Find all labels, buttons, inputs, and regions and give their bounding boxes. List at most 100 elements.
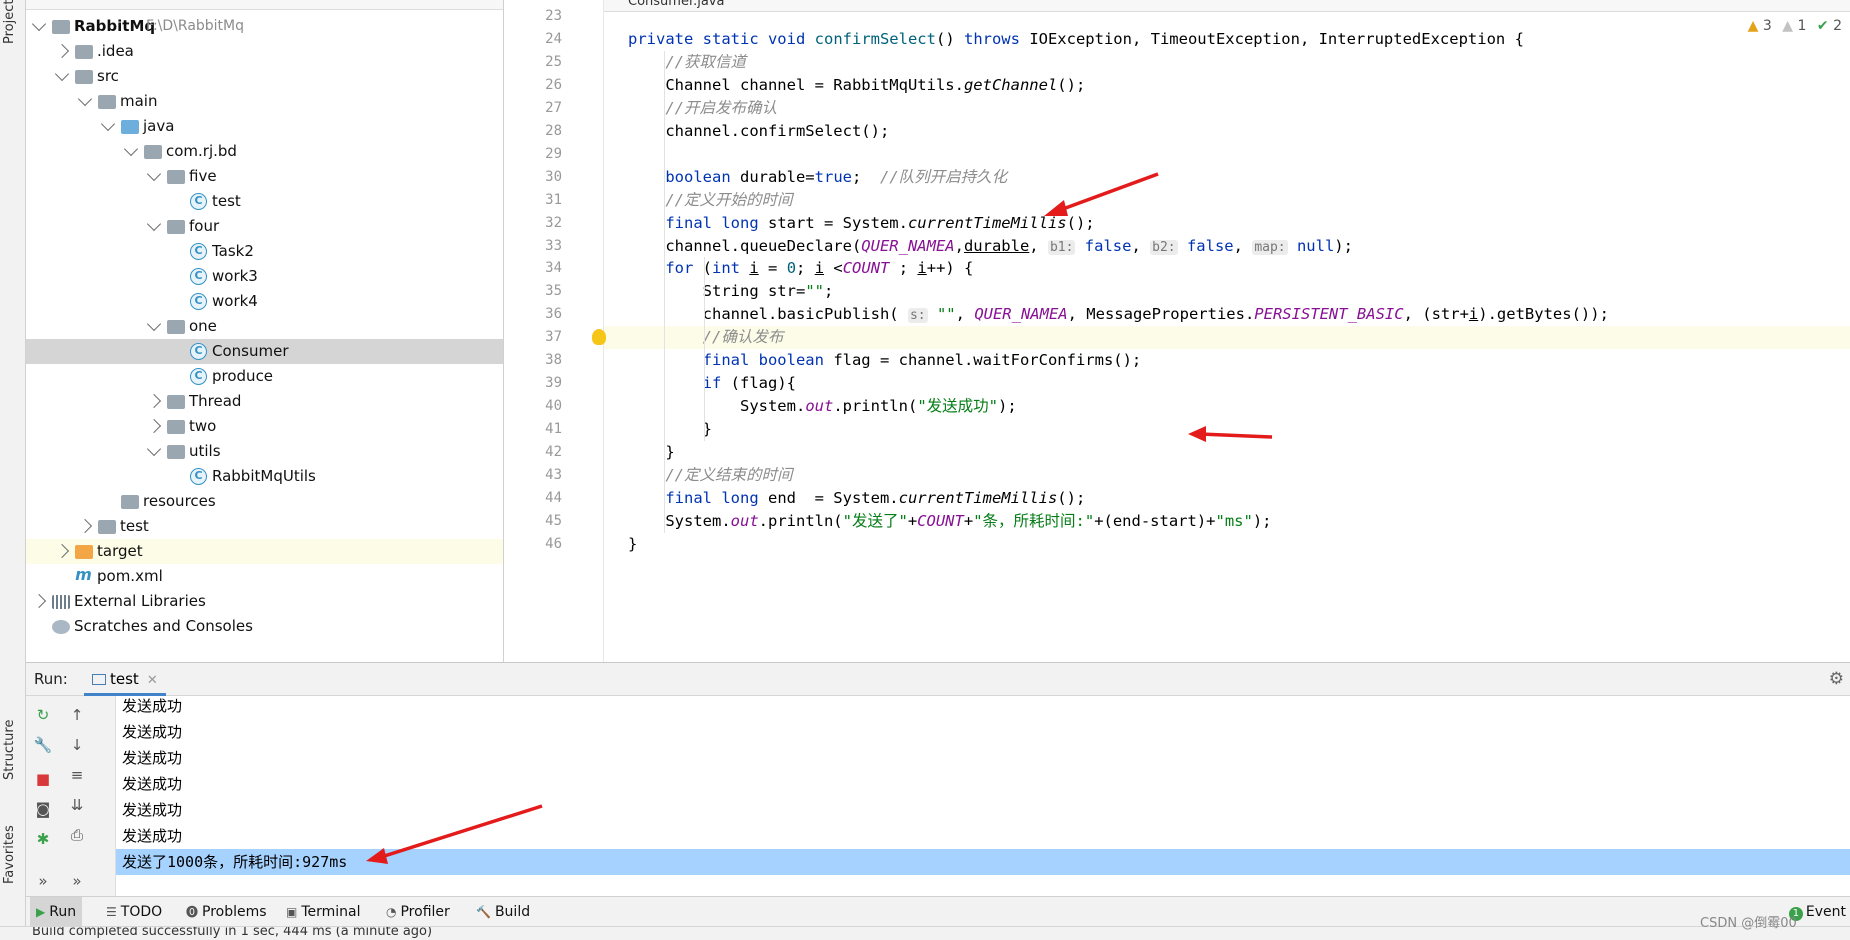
line-number: 25: [545, 53, 562, 70]
favorites-tool-tab[interactable]: Favorites: [2, 825, 17, 884]
print-icon[interactable]: ⎙: [66, 826, 88, 844]
tree-item[interactable]: External Libraries: [26, 589, 503, 614]
tree-item[interactable]: com.rj.bd: [26, 139, 503, 164]
tree-item[interactable]: .idea: [26, 39, 503, 64]
console-icon: [92, 674, 106, 685]
tree-item[interactable]: four: [26, 214, 503, 239]
code-line[interactable]: //开启发布确认: [504, 97, 1850, 120]
tree-item[interactable]: main: [26, 89, 503, 114]
code-line[interactable]: //获取信道: [504, 51, 1850, 74]
tree-item[interactable]: src: [26, 64, 503, 89]
tree-item[interactable]: RabbitMq F:\D\RabbitMq: [26, 14, 503, 39]
code-line[interactable]: [504, 143, 1850, 166]
chevron-right-icon[interactable]: [146, 418, 162, 434]
rerun-icon[interactable]: ↻: [32, 706, 54, 724]
tree-item[interactable]: Cwork3: [26, 264, 503, 289]
scroll-to-end-icon[interactable]: ⇊: [66, 796, 88, 814]
chevron-right-icon[interactable]: [31, 593, 47, 609]
chevron-down-icon[interactable]: [146, 166, 162, 182]
lightbulb-icon[interactable]: [592, 329, 606, 346]
project-tool-tab[interactable]: Project: [2, 0, 17, 44]
tree-item[interactable]: five: [26, 164, 503, 189]
line-number-gutter[interactable]: 23 24 25 26 27 28 29 30 31 32 33 34 35 36 37 38 39 40 41 42…: [504, 0, 606, 662]
code-line[interactable]: for (int i = 0; i <COUNT ; i++) {: [504, 257, 1850, 280]
tool-tab-run[interactable]: ▶ Run: [30, 897, 83, 927]
tree-item[interactable]: Ctest: [26, 189, 503, 214]
tree-item[interactable]: C Task2: [26, 239, 503, 264]
soft-wrap-icon[interactable]: ≡: [66, 766, 88, 784]
tool-tab-build[interactable]: 🔨 Build: [476, 897, 530, 927]
code-line[interactable]: //定义结束的时间: [504, 464, 1850, 487]
code-line[interactable]: channel.basicPublish( s: "", QUER_NAMEA,…: [504, 303, 1850, 326]
chevron-down-icon[interactable]: [77, 91, 93, 107]
chevron-down-icon[interactable]: [31, 16, 47, 32]
scroll-down-icon[interactable]: ↓: [66, 736, 88, 754]
chevron-down-icon[interactable]: [146, 441, 162, 457]
more-icon[interactable]: »: [32, 872, 54, 890]
code-line[interactable]: if (flag){: [504, 372, 1850, 395]
more-icon-2[interactable]: »: [66, 872, 88, 890]
chevron-down-icon[interactable]: [146, 216, 162, 232]
tool-tab-profiler[interactable]: ◔ Profiler: [386, 897, 450, 927]
tree-item[interactable]: java: [26, 114, 503, 139]
tool-tab-problems[interactable]: ⓿ Problems: [186, 897, 267, 927]
tree-item[interactable]: test: [26, 514, 503, 539]
code-line[interactable]: channel.confirmSelect();: [504, 120, 1850, 143]
close-tab-icon[interactable]: ✕: [147, 673, 158, 688]
code-line[interactable]: [504, 5, 1850, 28]
tree-item[interactable]: one: [26, 314, 503, 339]
code-line[interactable]: //定义开始的时间: [504, 189, 1850, 212]
class-icon: C: [190, 268, 207, 285]
code-line[interactable]: final long end = System.currentTimeMilli…: [504, 487, 1850, 510]
code-line[interactable]: boolean durable=true; //队列开启持久化: [504, 166, 1850, 189]
code-line[interactable]: System.out.println("发送成功");: [504, 395, 1850, 418]
code-line[interactable]: String str="";: [504, 280, 1850, 303]
tree-item[interactable]: resources: [26, 489, 503, 514]
folder-icon: [98, 95, 116, 109]
structure-tool-tab[interactable]: Structure: [2, 720, 17, 780]
tree-item[interactable]: Cwork4: [26, 289, 503, 314]
run-config-tab[interactable]: test ✕: [84, 663, 166, 696]
tree-item[interactable]: two: [26, 414, 503, 439]
tree-item[interactable]: Cproduce: [26, 364, 503, 389]
wrench-icon[interactable]: 🔧: [32, 736, 54, 754]
chevron-right-icon[interactable]: [54, 43, 70, 59]
stop-icon[interactable]: ■: [32, 770, 54, 788]
event-log-tab[interactable]: 1 Event: [1788, 897, 1850, 927]
code-line[interactable]: channel.queueDeclare(QUER_NAMEA,durable,…: [504, 235, 1850, 258]
code-line[interactable]: }: [504, 418, 1850, 441]
chevron-down-icon[interactable]: [146, 316, 162, 332]
package-icon: [144, 145, 162, 159]
chevron-down-icon[interactable]: [100, 116, 116, 132]
chevron-down-icon[interactable]: [54, 66, 70, 82]
code-line[interactable]: final boolean flag = channel.waitForConf…: [504, 349, 1850, 372]
code-line[interactable]: }: [504, 441, 1850, 464]
tree-item[interactable]: target: [26, 539, 503, 564]
code-line[interactable]: System.out.println("发送了"+COUNT+"条，所耗时间:"…: [504, 510, 1850, 533]
code-line[interactable]: }: [504, 533, 1850, 556]
camera-icon[interactable]: ◙: [32, 800, 54, 818]
tree-item[interactable]: C Consumer: [26, 339, 503, 364]
inspection-widget[interactable]: ▲ 3 ▲ 1 ✔ 2: [1748, 18, 1850, 36]
chevron-down-icon[interactable]: [123, 141, 139, 157]
tool-tab-terminal[interactable]: ▣ Terminal: [286, 897, 361, 927]
code-editor[interactable]: test.javaConsumer.java private static vo…: [504, 0, 1850, 662]
code-line[interactable]: private static void confirmSelect() thro…: [504, 28, 1850, 51]
chevron-right-icon[interactable]: [77, 518, 93, 534]
settings-gear-icon[interactable]: ⚙: [1829, 669, 1844, 689]
tree-item[interactable]: m pom.xml: [26, 564, 503, 589]
code-line[interactable]: final long start = System.currentTimeMil…: [504, 212, 1850, 235]
tree-item[interactable]: utils: [26, 439, 503, 464]
tree-item[interactable]: Thread: [26, 389, 503, 414]
scroll-up-icon[interactable]: ↑: [66, 706, 88, 724]
check-icon: ✔: [1816, 18, 1829, 34]
chevron-right-icon[interactable]: [146, 393, 162, 409]
tree-item[interactable]: Scratches and Consoles: [26, 614, 503, 639]
tree-item[interactable]: C RabbitMqUtils: [26, 464, 503, 489]
code-line[interactable]: //确认发布: [504, 326, 1850, 350]
code-line[interactable]: Channel channel = RabbitMqUtils.getChann…: [504, 74, 1850, 97]
tool-tab-todo[interactable]: ☰ TODO: [106, 897, 162, 927]
chevron-right-icon[interactable]: [54, 543, 70, 559]
debug-bug-icon[interactable]: ✱: [32, 830, 54, 848]
build-icon: 🔨: [476, 905, 491, 919]
